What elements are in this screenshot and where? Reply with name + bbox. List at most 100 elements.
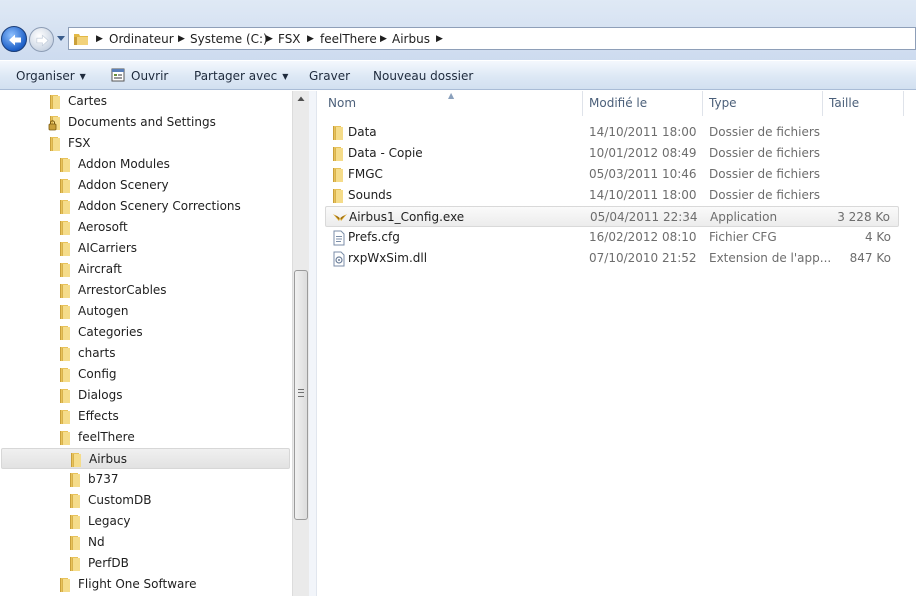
- back-button[interactable]: [1, 26, 27, 52]
- file-row[interactable]: Data - Copie 10/01/2012 08:49 Dossier de f…: [325, 143, 899, 164]
- nav-tree-item[interactable]: AICarriers: [58, 238, 290, 259]
- burn-button[interactable]: Graver: [309, 68, 350, 84]
- file-row[interactable]: Data 14/10/2011 18:00 Dossier de fichiers: [325, 122, 899, 143]
- nav-tree-item-label: Addon Scenery: [78, 178, 169, 192]
- nav-tree-item[interactable]: FSX: [48, 133, 290, 154]
- recent-pages-button[interactable]: [56, 32, 66, 44]
- file-row[interactable]: Airbus1_Config.exe 05/04/2011 22:34 Applic…: [325, 206, 899, 227]
- nav-tree-item[interactable]: Legacy: [68, 511, 290, 532]
- pane-splitter[interactable]: [309, 91, 317, 596]
- breadcrumb-separator[interactable]: ▶: [178, 31, 186, 47]
- breadcrumb-separator[interactable]: ▶: [266, 31, 274, 47]
- open-button[interactable]: Ouvrir: [131, 68, 168, 84]
- nav-tree-item[interactable]: Dialogs: [58, 385, 290, 406]
- scroll-up-arrow-icon[interactable]: [293, 91, 309, 107]
- file-row[interactable]: Sounds 14/10/2011 18:00 Dossier de fichier…: [325, 185, 899, 206]
- caret-down-icon: ▼: [79, 72, 86, 81]
- nav-tree-item-label: Effects: [78, 409, 119, 423]
- breadcrumb-item-airbus[interactable]: Airbus: [392, 31, 430, 47]
- nav-scrollbar[interactable]: [292, 91, 309, 596]
- column-header-type[interactable]: Type: [709, 91, 737, 116]
- column-header-size[interactable]: Taille: [829, 91, 859, 116]
- nav-tree-item[interactable]: Airbus: [1, 448, 290, 469]
- column-divider[interactable]: [822, 91, 823, 116]
- breadcrumb-separator[interactable]: ▶: [380, 31, 388, 47]
- file-size: 3 228 Ko: [837, 210, 890, 224]
- back-arrow-icon: [9, 34, 21, 46]
- column-divider[interactable]: [582, 91, 583, 116]
- nav-tree-item[interactable]: Flight One Software: [58, 574, 290, 595]
- file-list-pane: Nom ▲ Modifié le Type Taille Data 14/10/2…: [317, 91, 916, 596]
- organize-label: Organiser: [16, 69, 75, 83]
- nav-tree-item[interactable]: PerfDB: [68, 553, 290, 574]
- nav-tree-item[interactable]: Nd: [68, 532, 290, 553]
- breadcrumb-separator[interactable]: ▶: [307, 31, 315, 47]
- nav-tree-item[interactable]: Effects: [58, 406, 290, 427]
- forward-button[interactable]: [29, 27, 54, 52]
- sort-ascending-icon: ▲: [448, 91, 455, 100]
- nav-tree-item[interactable]: Autogen: [58, 301, 290, 322]
- folder-icon: [60, 578, 70, 592]
- nav-tree-item[interactable]: Addon Modules: [58, 154, 290, 175]
- nav-tree-item-label: Aircraft: [78, 262, 122, 276]
- folder-icon: [60, 242, 70, 256]
- nav-tree-item[interactable]: Documents and Settings: [48, 112, 290, 133]
- breadcrumb-item-feelthere[interactable]: feelThere: [320, 31, 377, 47]
- file-modified: 05/04/2011 22:34: [590, 210, 698, 224]
- command-bar: Organiser ▼ Ouvrir Partager avec ▼ Graver …: [0, 60, 916, 90]
- scrollbar-thumb[interactable]: [294, 270, 308, 520]
- column-header-name[interactable]: Nom: [328, 91, 356, 116]
- nav-tree-item[interactable]: b737: [68, 469, 290, 490]
- breadcrumb-item-drive[interactable]: Systeme (C:): [190, 31, 268, 47]
- nav-tree-item[interactable]: feelThere: [58, 427, 290, 448]
- breadcrumb-item-fsx[interactable]: FSX: [278, 31, 301, 47]
- file-modified: 14/10/2011 18:00: [589, 125, 697, 139]
- breadcrumb-separator[interactable]: ▶: [436, 31, 444, 47]
- folder-icon: [60, 305, 70, 319]
- breadcrumb-item-computer[interactable]: Ordinateur: [109, 31, 174, 47]
- file-type: Application: [710, 210, 778, 224]
- burn-label: Graver: [309, 69, 351, 83]
- new-folder-button[interactable]: Nouveau dossier: [373, 68, 473, 84]
- nav-tree-item-label: feelThere: [78, 430, 135, 444]
- folder-icon: [333, 189, 343, 203]
- file-modified: 10/01/2012 08:49: [589, 146, 697, 160]
- nav-tree-item[interactable]: Config: [58, 364, 290, 385]
- nav-tree-item-label: ArrestorCables: [78, 283, 167, 297]
- folder-icon: [60, 179, 70, 193]
- nav-tree-item-label: Dialogs: [78, 388, 123, 402]
- folder-icon: [60, 410, 70, 424]
- file-name: FMGC: [348, 167, 383, 181]
- file-row[interactable]: rxpWxSim.dll 07/10/2010 21:52 Extension de…: [325, 248, 899, 269]
- folder-icon: [60, 347, 70, 361]
- nav-tree-item-label: Addon Scenery Corrections: [78, 199, 241, 213]
- file-modified: 05/03/2011 10:46: [589, 167, 697, 181]
- nav-tree-item[interactable]: Addon Scenery Corrections: [58, 196, 290, 217]
- folder-icon: [60, 263, 70, 277]
- dll-file-icon: [333, 251, 345, 267]
- folder-icon: [60, 431, 70, 445]
- nav-tree-item[interactable]: CustomDB: [68, 490, 290, 511]
- column-header-modified[interactable]: Modifié le: [589, 91, 647, 116]
- file-row[interactable]: Prefs.cfg 16/02/2012 08:10 Fichier CFG 4 Ko: [325, 227, 899, 248]
- column-divider[interactable]: [702, 91, 703, 116]
- column-divider[interactable]: [903, 91, 904, 116]
- nav-tree-item[interactable]: Aerosoft: [58, 217, 290, 238]
- breadcrumb-separator[interactable]: ▶: [96, 31, 104, 47]
- nav-tree-item-label: CustomDB: [88, 493, 152, 507]
- folder-icon: [70, 557, 80, 571]
- folder-icon: [70, 473, 80, 487]
- nav-tree-item[interactable]: Addon Scenery: [58, 175, 290, 196]
- nav-tree-item[interactable]: Cartes: [48, 91, 290, 112]
- nav-tree-item-label: Categories: [78, 325, 143, 339]
- file-row[interactable]: FMGC 05/03/2011 10:46 Dossier de fichiers: [325, 164, 899, 185]
- nav-tree-item[interactable]: charts: [58, 343, 290, 364]
- share-with-button[interactable]: Partager avec ▼: [194, 68, 288, 84]
- nav-tree-item[interactable]: Aircraft: [58, 259, 290, 280]
- nav-tree-item[interactable]: Categories: [58, 322, 290, 343]
- organize-button[interactable]: Organiser ▼: [16, 68, 86, 84]
- breadcrumb[interactable]: ▶ Ordinateur ▶ Systeme (C:) ▶ FSX ▶ feel…: [68, 27, 916, 50]
- nav-tree-item-label: Config: [78, 367, 117, 381]
- folder-icon: [333, 126, 343, 140]
- nav-tree-item[interactable]: ArrestorCables: [58, 280, 290, 301]
